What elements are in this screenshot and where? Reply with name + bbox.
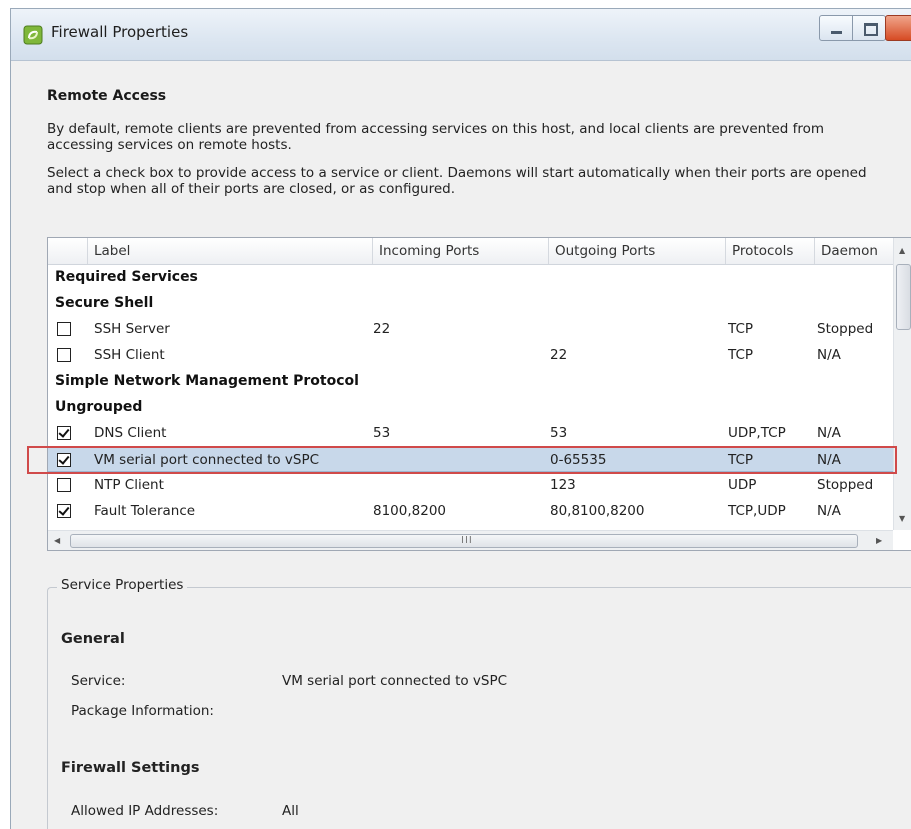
- outgoing-ports: 22: [550, 347, 568, 363]
- scroll-grip: III: [461, 535, 473, 546]
- firewall-settings-heading: Firewall Settings: [61, 760, 200, 776]
- title-bar[interactable]: Firewall Properties: [11, 9, 911, 61]
- general-heading: General: [61, 631, 125, 647]
- vertical-scrollbar[interactable]: ▲ ▼: [893, 238, 911, 530]
- table-row[interactable]: SSH Server 22 TCP Stopped: [48, 316, 893, 342]
- column-header-label[interactable]: Label: [88, 238, 373, 264]
- protocols: UDP: [728, 477, 757, 493]
- ssh-server-checkbox[interactable]: [57, 322, 71, 336]
- group-row: Ungrouped: [48, 394, 893, 420]
- service-label: NTP Client: [94, 477, 164, 493]
- header-checkbox-column[interactable]: [48, 238, 88, 264]
- service-label: SSH Client: [94, 347, 165, 363]
- ssh-client-checkbox[interactable]: [57, 348, 71, 362]
- daemon-status: N/A: [817, 425, 841, 441]
- group-label: Required Services: [55, 269, 198, 285]
- service-label: Service:: [71, 673, 126, 689]
- group-row: Secure Shell: [48, 290, 893, 316]
- group-label: Ungrouped: [55, 399, 143, 415]
- column-header-daemon[interactable]: Daemon: [815, 238, 893, 264]
- service-properties-legend: Service Properties: [57, 577, 188, 593]
- remote-access-instructions: Select a check box to provide access to …: [47, 165, 867, 197]
- scroll-up-arrow-icon[interactable]: ▲: [899, 246, 905, 255]
- table-row[interactable]: SSH Client 22 TCP N/A: [48, 342, 893, 368]
- protocols: TCP: [728, 321, 754, 337]
- services-grid: Label Incoming Ports Outgoing Ports Prot…: [47, 237, 911, 551]
- vertical-scroll-thumb[interactable]: [896, 264, 911, 330]
- app-icon: [23, 25, 43, 45]
- table-row[interactable]: Fault Tolerance 8100,8200 80,8100,8200 T…: [48, 498, 893, 524]
- table-row[interactable]: DNS Client 53 53 UDP,TCP N/A: [48, 420, 893, 446]
- service-value: VM serial port connected to vSPC: [282, 673, 508, 689]
- scroll-right-arrow-icon[interactable]: ▶: [876, 536, 882, 545]
- dialog-content: Remote Access By default, remote clients…: [11, 61, 911, 829]
- column-header-outgoing-ports[interactable]: Outgoing Ports: [549, 238, 726, 264]
- group-row: Required Services: [48, 264, 893, 290]
- column-header-incoming-ports[interactable]: Incoming Ports: [373, 238, 549, 264]
- daemon-status: N/A: [817, 347, 841, 363]
- grid-header: Label Incoming Ports Outgoing Ports Prot…: [48, 238, 911, 265]
- daemon-status: N/A: [817, 503, 841, 519]
- allowed-ip-label: Allowed IP Addresses:: [71, 803, 219, 819]
- dns-client-checkbox[interactable]: [57, 426, 71, 440]
- remote-access-heading: Remote Access: [47, 88, 167, 104]
- horizontal-scrollbar[interactable]: ◀ III ▶: [48, 530, 893, 550]
- close-button[interactable]: [885, 15, 911, 41]
- protocols: UDP,TCP: [728, 425, 786, 441]
- ntp-client-checkbox[interactable]: [57, 478, 71, 492]
- horizontal-scroll-thumb[interactable]: III: [70, 534, 858, 548]
- protocols: TCP: [728, 347, 754, 363]
- scroll-left-arrow-icon[interactable]: ◀: [54, 536, 60, 545]
- daemon-status: Stopped: [817, 321, 874, 337]
- incoming-ports: 22: [373, 321, 391, 337]
- group-row: Simple Network Management Protocol: [48, 368, 893, 394]
- fault-tolerance-checkbox[interactable]: [57, 504, 71, 518]
- service-label: SSH Server: [94, 321, 170, 337]
- outgoing-ports: 80,8100,8200: [550, 503, 645, 519]
- service-label: Fault Tolerance: [94, 503, 196, 519]
- minimize-button[interactable]: [819, 15, 853, 41]
- allowed-ip-value: All: [282, 803, 299, 819]
- group-label: Secure Shell: [55, 295, 154, 311]
- table-row[interactable]: NTP Client 123 UDP Stopped: [48, 472, 893, 498]
- window-title: Firewall Properties: [51, 23, 189, 41]
- incoming-ports: 8100,8200: [373, 503, 447, 519]
- outgoing-ports: 123: [550, 477, 576, 493]
- firewall-properties-window: Firewall Properties Remote Access By def…: [10, 8, 911, 829]
- package-information-label: Package Information:: [71, 703, 214, 719]
- remote-access-description: By default, remote clients are prevented…: [47, 121, 825, 153]
- service-label: DNS Client: [94, 425, 167, 441]
- selection-highlight-annotation: [27, 446, 897, 474]
- outgoing-ports: 53: [550, 425, 568, 441]
- protocols: TCP,UDP: [728, 503, 786, 519]
- daemon-status: Stopped: [817, 477, 874, 493]
- maximize-button[interactable]: [852, 15, 886, 41]
- incoming-ports: 53: [373, 425, 391, 441]
- column-header-protocols[interactable]: Protocols: [726, 238, 815, 264]
- scroll-down-arrow-icon[interactable]: ▼: [899, 514, 905, 523]
- group-label: Simple Network Management Protocol: [55, 373, 359, 389]
